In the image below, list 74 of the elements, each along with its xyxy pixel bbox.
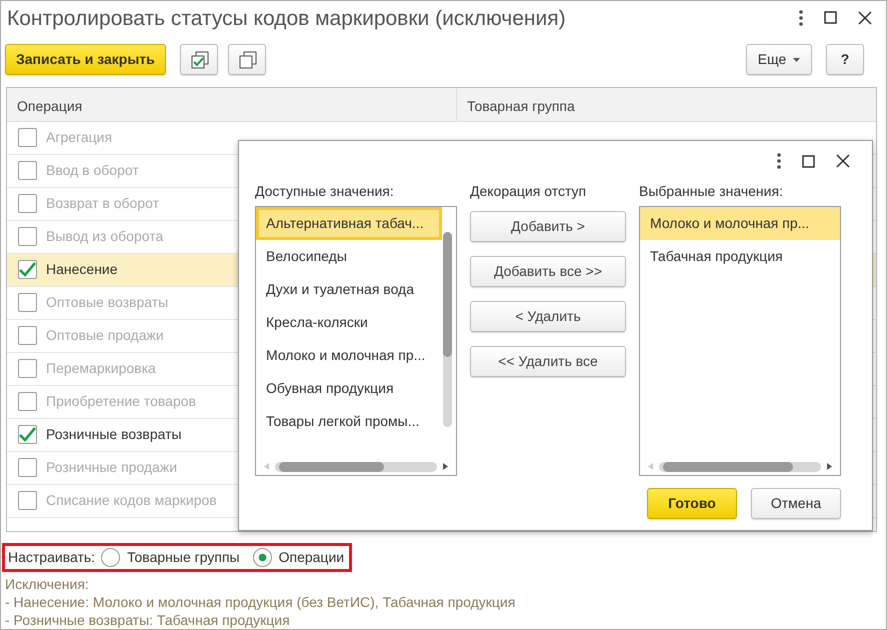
column-header[interactable]: Товарная группа (457, 88, 876, 120)
table-cell-text: Перемаркировка (46, 359, 156, 378)
window-title: Контролировать статусы кодов маркировки (исключения) (6, 6, 567, 32)
table-cell-text: Розничные возвраты (46, 425, 182, 444)
table-cell-text: Ввод в оборот (46, 161, 139, 180)
checkbox[interactable] (18, 326, 37, 345)
save-close-button[interactable]: Записать и закрыть (5, 44, 166, 74)
radio-label[interactable]: Операции (278, 546, 344, 568)
uncheck-all-button[interactable] (228, 44, 266, 74)
exceptions-text: - Нанесение: Молоко и молочная продукция (без ВетИС), Табачная продукция (5, 592, 516, 610)
table-cell-text: Нанесение (46, 260, 118, 279)
close-icon[interactable] (836, 154, 850, 168)
maximize-icon[interactable] (824, 11, 837, 24)
more-icon[interactable] (777, 153, 781, 169)
table-cell-text: Розничные продажи (46, 458, 178, 477)
checkbox[interactable] (18, 491, 37, 510)
transfer-button[interactable]: Добавить > (470, 211, 626, 242)
checkbox[interactable] (18, 260, 37, 279)
list-item[interactable]: Альтернативная табач... (256, 206, 442, 240)
more-icon[interactable] (799, 10, 803, 26)
scroll-right-icon[interactable] (443, 463, 448, 470)
checkbox[interactable] (18, 128, 37, 147)
table-cell-text: Списание кодов маркиров (46, 491, 217, 510)
transfer-button[interactable]: Добавить все >> (470, 256, 626, 287)
list-item[interactable]: Молоко и молочная пр... (640, 206, 840, 240)
list-item[interactable]: Обувная продукция (256, 372, 442, 404)
list-item[interactable]: Духи и туалетная вода (256, 272, 442, 306)
more-button[interactable]: Еще (746, 44, 812, 74)
empty-boxes-icon (239, 50, 258, 69)
transfer-button[interactable]: << Удалить все (470, 346, 626, 377)
list-item[interactable]: Табачная продукция (640, 240, 840, 272)
radio-button[interactable] (101, 548, 120, 566)
table-cell-text: Оптовые продажи (46, 326, 164, 345)
list-item[interactable]: Кресла-коляски (256, 306, 442, 338)
caret-icon (793, 58, 800, 62)
maximize-icon[interactable] (802, 154, 815, 168)
exceptions-text: Исключения: (5, 574, 90, 592)
cancel-button[interactable]: Отмена (751, 488, 841, 518)
scroll-left-icon[interactable] (648, 463, 653, 470)
checkbox[interactable] (18, 161, 37, 180)
radio-button[interactable] (252, 548, 272, 566)
table-cell-text: Возврат в оборот (46, 194, 159, 213)
transfer-button[interactable]: < Удалить (470, 301, 626, 332)
check-all-button[interactable] (180, 44, 218, 74)
checked-boxes-icon (190, 50, 209, 69)
radio-label[interactable]: Товарные группы (127, 546, 240, 568)
table-cell-text: Приобретение товаров (46, 392, 196, 411)
vertical-scrollbar[interactable] (443, 232, 452, 426)
table-cell-text: Оптовые возвраты (46, 293, 168, 312)
horizontal-scrollbar[interactable] (659, 462, 821, 472)
checkbox[interactable] (18, 227, 37, 246)
horizontal-scrollbar[interactable] (275, 462, 437, 472)
table-cell-text: Агрегация (46, 128, 112, 147)
table-cell-text: Вывод из оборота (46, 227, 164, 246)
close-icon[interactable] (858, 10, 872, 25)
checkbox[interactable] (18, 293, 37, 312)
list-label: Доступные значения: (255, 182, 395, 201)
checkbox[interactable] (18, 194, 37, 213)
decoration-label: Декорация отступ (470, 182, 588, 201)
scroll-left-icon[interactable] (264, 463, 269, 470)
list-label: Выбранные значения: (639, 182, 784, 201)
exceptions-text: - Розничные возвраты: Табачная продукция (5, 610, 291, 628)
done-button[interactable]: Готово (647, 488, 737, 518)
help-button[interactable]: ? (826, 44, 864, 74)
checkbox[interactable] (18, 392, 37, 411)
checkbox[interactable] (18, 359, 37, 378)
scroll-right-icon[interactable] (827, 463, 832, 470)
list-item[interactable]: Велосипеды (256, 240, 442, 272)
list-item[interactable]: Товары легкой промы... (256, 404, 442, 438)
setting-label: Настраивать: (8, 548, 96, 567)
checkbox[interactable] (18, 458, 37, 477)
list-item[interactable]: Молоко и молочная пр... (256, 338, 442, 372)
column-header[interactable]: Операция (7, 88, 457, 120)
checkbox[interactable] (18, 425, 37, 444)
